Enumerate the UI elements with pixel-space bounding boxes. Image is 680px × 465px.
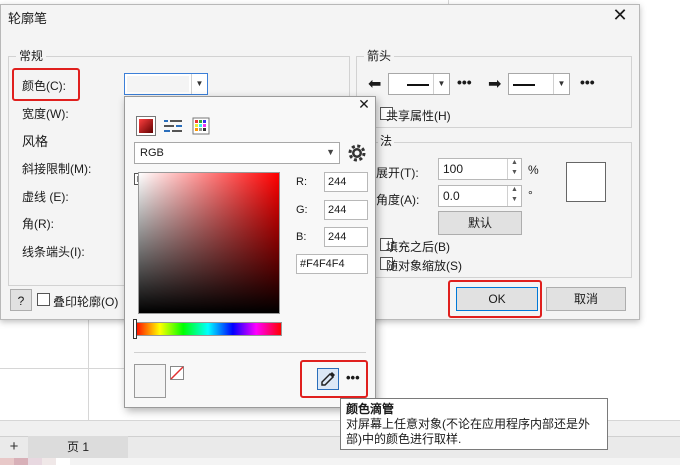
angle-label: 角度(A): bbox=[376, 193, 420, 207]
more-options-icon[interactable]: ••• bbox=[346, 370, 360, 385]
color-swatch bbox=[127, 76, 189, 92]
b-input[interactable]: 244 bbox=[324, 227, 368, 247]
stretch-spinbox[interactable]: 100 ▲ ▼ bbox=[438, 158, 522, 180]
eyedropper-tooltip: 颜色滴管 对屏幕上任意对象(不论在应用程序内部还是外部)中的颜色进行取样. bbox=[340, 398, 608, 450]
angle-unit: ° bbox=[528, 188, 533, 202]
hex-input[interactable]: #F4F4F4 bbox=[296, 254, 368, 274]
g-label: G: bbox=[296, 204, 308, 216]
line-preview bbox=[513, 84, 535, 86]
width-label: 宽度(W): bbox=[22, 107, 69, 121]
add-page-button[interactable]: + bbox=[6, 438, 22, 456]
color-palettes-icon[interactable] bbox=[192, 117, 210, 135]
chevron-down-icon[interactable]: ▼ bbox=[553, 74, 569, 94]
arrow-right-icon: ➡ bbox=[488, 76, 502, 93]
spin-down-icon[interactable]: ▼ bbox=[507, 169, 521, 179]
cancel-button[interactable]: 取消 bbox=[546, 287, 626, 311]
canvas-guide bbox=[88, 320, 89, 420]
r-label: R: bbox=[296, 176, 307, 188]
current-color-swatch bbox=[134, 364, 166, 398]
fill-behind-label: 填充之后(B) bbox=[386, 240, 450, 254]
scale-with-object-label: 随对象缩放(S) bbox=[386, 259, 462, 273]
help-button[interactable]: ? bbox=[10, 289, 32, 311]
stretch-value: 100 bbox=[443, 162, 464, 176]
gear-icon[interactable] bbox=[346, 142, 368, 164]
color-model-value: RGB bbox=[140, 147, 164, 159]
tooltip-body: 对屏幕上任意对象(不论在应用程序内部还是外部)中的颜色进行取样. bbox=[346, 417, 590, 446]
tooltip-title: 颜色滴管 bbox=[346, 402, 395, 416]
line-preview bbox=[407, 84, 429, 86]
dash-label: 虚线 (E): bbox=[22, 190, 69, 204]
r-input[interactable]: 244 bbox=[324, 172, 368, 192]
end-arrow-combo[interactable]: ▼ bbox=[508, 73, 570, 95]
color-label: 颜色(C): bbox=[22, 79, 66, 93]
miter-label: 斜接限制(M): bbox=[22, 162, 92, 176]
stretch-label: 展开(T): bbox=[376, 166, 419, 180]
chevron-down-icon[interactable]: ▼ bbox=[326, 147, 335, 157]
start-arrow-combo[interactable]: ▼ bbox=[388, 73, 450, 95]
chevron-down-icon[interactable]: ▼ bbox=[433, 74, 449, 94]
b-label: B: bbox=[296, 231, 307, 243]
calligraphy-group-label: 法 bbox=[378, 132, 395, 149]
spin-down-icon[interactable]: ▼ bbox=[507, 196, 521, 206]
g-input[interactable]: 244 bbox=[324, 200, 368, 220]
color-gradient-area[interactable] bbox=[138, 172, 280, 314]
hue-slider[interactable] bbox=[134, 322, 282, 336]
divider bbox=[134, 352, 366, 353]
color-sliders-icon[interactable] bbox=[164, 117, 182, 135]
color-viewers-icon[interactable] bbox=[136, 116, 156, 136]
arrows-group-label: 箭头 bbox=[364, 47, 395, 64]
style-label: 风格 bbox=[22, 134, 49, 149]
eyedropper-icon[interactable] bbox=[317, 368, 339, 390]
dialog-title: 轮廓笔 bbox=[8, 11, 48, 26]
arrow-left-icon: ⬅ bbox=[368, 76, 382, 93]
color-palette-strip[interactable] bbox=[0, 458, 680, 465]
general-group-label: 常规 bbox=[16, 47, 47, 64]
spin-up-icon[interactable]: ▲ bbox=[507, 159, 521, 169]
default-button[interactable]: 默认 bbox=[438, 211, 522, 235]
shared-attr-label: 共享属性(H) bbox=[386, 109, 451, 123]
corner-label: 角(R): bbox=[22, 217, 54, 231]
overprint-label: 叠印轮廓(O) bbox=[53, 295, 119, 309]
canvas-guide bbox=[0, 368, 124, 369]
close-icon[interactable]: ✕ bbox=[608, 4, 632, 26]
no-color-icon[interactable] bbox=[170, 366, 184, 380]
more-options-icon[interactable]: ••• bbox=[580, 74, 595, 90]
chevron-down-icon[interactable]: ▼ bbox=[191, 74, 207, 94]
angle-value: 0.0 bbox=[443, 189, 460, 203]
close-icon[interactable]: ✕ bbox=[356, 96, 372, 114]
hue-slider-handle[interactable] bbox=[133, 319, 137, 339]
more-options-icon[interactable]: ••• bbox=[457, 74, 472, 90]
ok-button[interactable]: OK bbox=[456, 287, 538, 311]
linecap-label: 线条端头(I): bbox=[22, 245, 85, 259]
nib-preview bbox=[566, 162, 606, 202]
page-tab[interactable]: 页 1 bbox=[28, 436, 128, 458]
angle-spinbox[interactable]: 0.0 ▲ ▼ bbox=[438, 185, 522, 207]
spin-up-icon[interactable]: ▲ bbox=[507, 186, 521, 196]
color-model-select[interactable]: RGB ▼ bbox=[134, 142, 340, 164]
stretch-unit: % bbox=[528, 163, 539, 177]
overprint-checkbox[interactable] bbox=[37, 293, 50, 306]
color-combo[interactable]: ▼ bbox=[124, 73, 208, 95]
